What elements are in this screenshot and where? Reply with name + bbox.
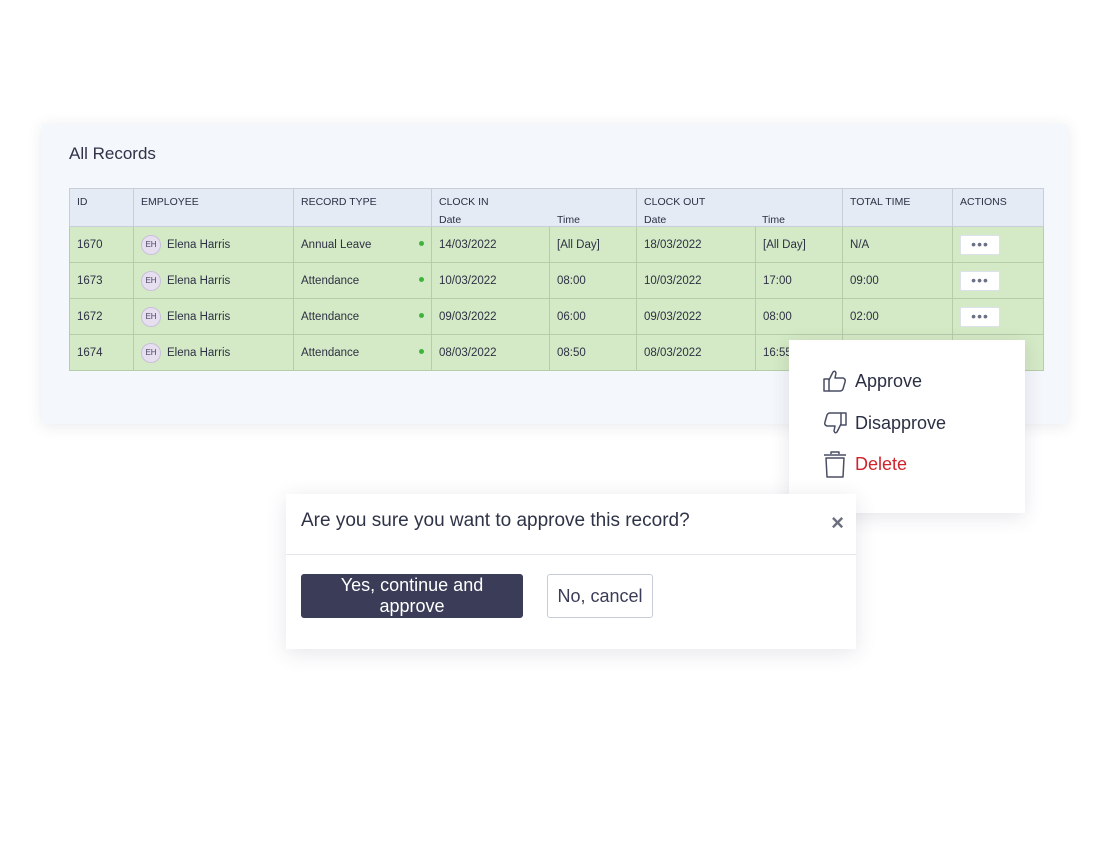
disapprove-menu-item[interactable]: Disapprove [822, 410, 946, 436]
status-dot-icon [419, 349, 424, 354]
col-total-time: TOTAL TIME [842, 188, 954, 227]
cell-actions: ••• [952, 262, 1045, 299]
cell-total-time: 02:00 [842, 298, 954, 335]
cell-id: 1672 [69, 298, 134, 335]
clock-out-time-label: Time [762, 214, 785, 226]
cell-clock-out-time: 08:00 [755, 298, 844, 335]
close-icon[interactable]: × [831, 510, 844, 536]
avatar: EH [141, 342, 161, 363]
col-id: ID [69, 188, 134, 227]
delete-label: Delete [855, 453, 908, 474]
confirm-approve-dialog: Are you sure you want to approve this re… [286, 494, 856, 649]
avatar: EH [141, 234, 161, 255]
actions-dropdown-menu: Approve Disapprove Delete [789, 340, 1025, 513]
status-dot-icon [419, 241, 424, 246]
cell-clock-in-time: [All Day] [548, 226, 638, 263]
col-record-type: RECORD TYPE [293, 188, 432, 227]
thumbs-down-icon [824, 412, 847, 434]
table-header: ID EMPLOYEE RECORD TYPE CLOCK IN Date Ti… [69, 188, 1045, 227]
cell-actions: ••• [952, 226, 1045, 263]
cell-id: 1670 [69, 226, 134, 263]
cancel-button[interactable]: No, cancel [547, 574, 653, 618]
cell-total-time: N/A [842, 226, 954, 263]
more-actions-button[interactable]: ••• [960, 270, 1001, 291]
table-row[interactable]: 1670 EH Elena Harris Annual Leave 14/03/2… [69, 226, 1045, 263]
disapprove-label: Disapprove [855, 412, 947, 433]
avatar: EH [141, 270, 161, 291]
cell-clock-in-date: 14/03/2022 [431, 226, 550, 263]
trash-icon [824, 451, 846, 478]
clock-in-time-label: Time [557, 214, 580, 226]
cell-record-type: Attendance [293, 262, 432, 299]
cell-employee: EH Elena Harris [133, 298, 294, 335]
cell-clock-in-date: 10/03/2022 [431, 262, 550, 299]
dialog-title: Are you sure you want to approve this re… [301, 510, 690, 531]
cell-clock-out-date: 10/03/2022 [636, 262, 757, 299]
cell-clock-in-date: 08/03/2022 [431, 334, 550, 371]
record-type-label: Attendance [301, 274, 360, 287]
confirm-approve-button[interactable]: Yes, continue and approve [301, 574, 523, 618]
cell-record-type: Attendance [293, 334, 432, 371]
cell-actions: ••• [952, 298, 1045, 335]
cell-total-time: 09:00 [842, 262, 954, 299]
status-dot-icon [419, 277, 424, 282]
employee-name: Elena Harris [167, 346, 231, 359]
panel-title: All Records [69, 144, 156, 163]
cell-clock-out-time: [All Day] [755, 226, 844, 263]
cell-employee: EH Elena Harris [133, 226, 294, 263]
employee-name: Elena Harris [167, 274, 231, 287]
cell-record-type: Attendance [293, 298, 432, 335]
col-employee: EMPLOYEE [133, 188, 294, 227]
col-clock-in: CLOCK IN Date Time [430, 188, 638, 227]
more-actions-button[interactable]: ••• [960, 306, 1001, 327]
cell-clock-out-date: 09/03/2022 [636, 298, 757, 335]
clock-out-label: CLOCK OUT [644, 196, 706, 208]
clock-out-date-label: Date [644, 214, 667, 226]
record-type-label: Attendance [301, 310, 360, 323]
status-dot-icon [419, 313, 424, 318]
dialog-header: Are you sure you want to approve this re… [286, 494, 856, 555]
cell-employee: EH Elena Harris [133, 334, 294, 371]
cell-employee: EH Elena Harris [133, 262, 294, 299]
cell-clock-in-time: 06:00 [548, 298, 638, 335]
employee-name: Elena Harris [167, 310, 231, 323]
cell-record-type: Annual Leave [293, 226, 432, 263]
delete-menu-item[interactable]: Delete [822, 450, 907, 478]
cell-clock-out-time: 17:00 [755, 262, 844, 299]
cell-id: 1674 [69, 334, 134, 371]
avatar: EH [141, 306, 161, 327]
cell-clock-out-date: 08/03/2022 [636, 334, 757, 371]
employee-name: Elena Harris [167, 238, 231, 251]
cell-clock-in-time: 08:00 [548, 262, 638, 299]
record-type-label: Annual Leave [301, 238, 372, 251]
approve-menu-item[interactable]: Approve [822, 368, 922, 394]
col-clock-out: CLOCK OUT Date Time [636, 188, 844, 227]
more-actions-button[interactable]: ••• [960, 234, 1001, 255]
thumbs-up-icon [823, 370, 846, 392]
cell-clock-in-time: 08:50 [548, 334, 638, 371]
cell-clock-in-date: 09/03/2022 [431, 298, 550, 335]
cell-id: 1673 [69, 262, 134, 299]
table-row[interactable]: 1673 EH Elena Harris Attendance 10/03/202… [69, 262, 1045, 299]
clock-in-label: CLOCK IN [439, 196, 489, 208]
approve-label: Approve [855, 370, 923, 391]
col-actions: ACTIONS [952, 188, 1045, 227]
table-row[interactable]: 1672 EH Elena Harris Attendance 09/03/202… [69, 298, 1045, 335]
cell-clock-out-date: 18/03/2022 [636, 226, 757, 263]
record-type-label: Attendance [301, 346, 360, 359]
clock-in-date-label: Date [439, 214, 462, 226]
